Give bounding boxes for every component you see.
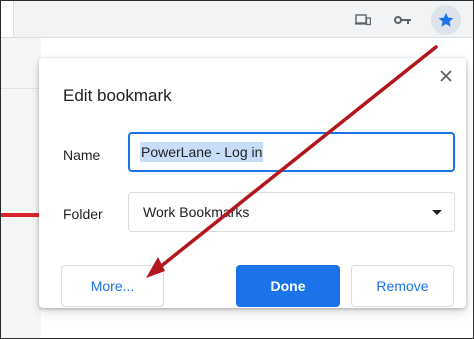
key-icon[interactable]	[390, 7, 416, 33]
folder-select[interactable]: Work Bookmarks	[128, 192, 455, 232]
page-red-stripe	[1, 213, 41, 217]
done-button[interactable]: Done	[236, 265, 340, 307]
chevron-down-icon	[432, 210, 442, 215]
address-bar-edge	[1, 1, 14, 37]
page-divider	[1, 88, 41, 89]
page-background	[1, 38, 41, 338]
name-label: Name	[63, 147, 101, 163]
name-input-value: PowerLane - Log in	[140, 142, 264, 162]
bookmark-star-icon[interactable]	[431, 5, 461, 35]
more-button[interactable]: More...	[61, 265, 164, 307]
close-button[interactable]	[434, 64, 458, 88]
name-input[interactable]: PowerLane - Log in	[128, 132, 455, 172]
browser-toolbar	[1, 1, 473, 38]
folder-select-value: Work Bookmarks	[143, 204, 250, 220]
dialog-title: Edit bookmark	[63, 86, 172, 105]
browser-window: Edit bookmark Name PowerLane - Log in Fo…	[0, 0, 474, 339]
folder-label: Folder	[63, 206, 103, 222]
close-icon	[440, 70, 452, 82]
cast-icon[interactable]	[350, 7, 376, 33]
remove-button[interactable]: Remove	[351, 265, 454, 307]
edit-bookmark-dialog: Edit bookmark Name PowerLane - Log in Fo…	[39, 58, 466, 308]
